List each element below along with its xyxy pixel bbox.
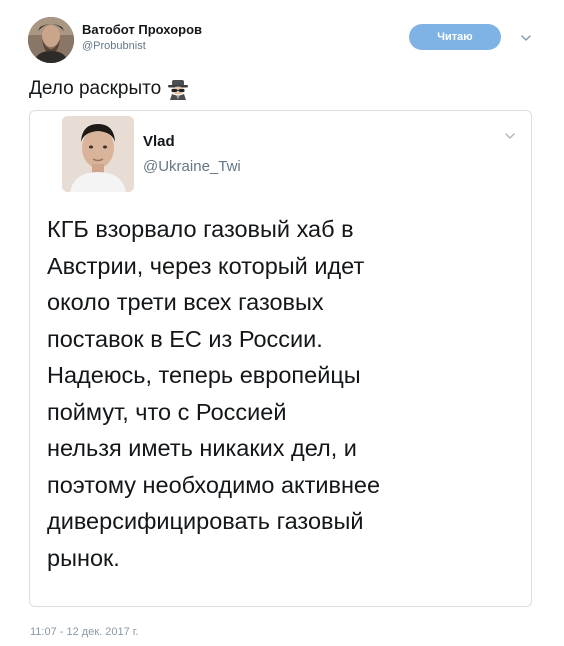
- quoted-text-line: нельзя иметь никаких дел, и: [47, 435, 357, 461]
- quoted-tweet-text: КГБ взорвало газовый хаб в Австрии, чере…: [47, 211, 523, 576]
- tweet-text-content: Дело раскрыто: [29, 78, 162, 99]
- chevron-down-icon[interactable]: [504, 130, 516, 142]
- following-button[interactable]: Читаю: [409, 24, 501, 50]
- author-name[interactable]: Ватобот Прохоров: [82, 22, 202, 37]
- quoted-text-line: поймут, что с Россией: [47, 398, 287, 425]
- tweet-timestamp[interactable]: 11:07 - 12 дек. 2017 г.: [30, 626, 139, 638]
- quoted-author-name[interactable]: Vlad: [143, 133, 175, 150]
- tweet-text: Дело раскрыто: [29, 78, 189, 100]
- quoted-text-line: Надеюсь, теперь европейцы: [47, 362, 361, 388]
- avatar-image: [28, 17, 74, 63]
- quoted-author-handle[interactable]: @Ukraine_Twi: [143, 158, 241, 175]
- quoted-tweet-card[interactable]: Vlad @Ukraine_Twi КГБ взорвало газовый х…: [29, 110, 532, 607]
- detective-icon: [168, 80, 189, 100]
- chevron-down-icon[interactable]: [520, 32, 532, 44]
- quoted-text-line: около трети всех газовых: [47, 289, 324, 315]
- quoted-text-line: Австрии, через который идет: [47, 252, 365, 279]
- following-button-label: Читаю: [437, 31, 473, 43]
- quoted-text-line: диверсифицировать газовый: [47, 508, 364, 534]
- quoted-text-line: поставок в ЕС из России.: [47, 325, 323, 352]
- quoted-text-line: поэтому необходимо активнее: [47, 471, 381, 498]
- quoted-author-avatar[interactable]: [62, 116, 134, 192]
- quoted-text-line: рынок.: [47, 544, 120, 571]
- quoted-avatar-image: [62, 116, 134, 192]
- author-avatar[interactable]: [28, 17, 74, 63]
- author-handle[interactable]: @Probubnist: [82, 40, 146, 52]
- quoted-text-line: КГБ взорвало газовый хаб в: [47, 216, 354, 242]
